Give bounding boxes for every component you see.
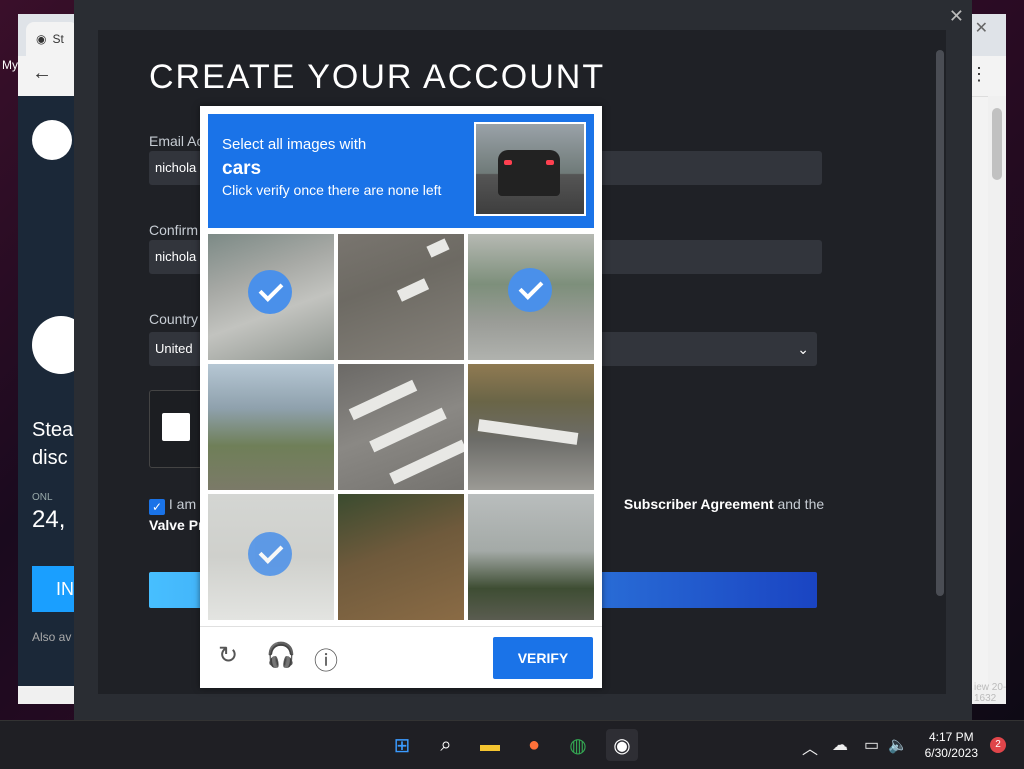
- close-icon[interactable]: ✕: [975, 18, 988, 38]
- info-icon[interactable]: ⓘ: [314, 641, 338, 676]
- dialog-close-icon[interactable]: ✕: [949, 6, 964, 27]
- back-arrow-icon[interactable]: ←: [32, 62, 52, 85]
- steam-logo-icon: [32, 120, 72, 160]
- image-grid: [208, 234, 594, 620]
- selected-check-icon: [248, 532, 292, 576]
- image-tile-3[interactable]: [468, 234, 594, 360]
- image-tile-7[interactable]: [208, 494, 334, 620]
- valve-privacy-link[interactable]: Valve Pr: [149, 517, 204, 533]
- reload-icon[interactable]: ↻: [218, 641, 238, 670]
- image-tile-2[interactable]: [338, 234, 464, 360]
- crosswalk-stripe: [369, 407, 447, 453]
- challenge-header: Select all images with cars Click verify…: [208, 114, 594, 228]
- agree-mid: and the: [777, 496, 825, 512]
- crosswalk-stripe: [389, 439, 464, 485]
- subscriber-agreement-link[interactable]: Subscriber Agreement: [624, 496, 774, 512]
- clock-time: 4:17 PM: [928, 730, 974, 744]
- edge-text: iew 20-1632: [974, 682, 1007, 704]
- online-label: ONL: [32, 492, 53, 503]
- clock-date: 6/30/2023: [924, 746, 978, 760]
- image-tile-5[interactable]: [338, 364, 464, 490]
- tab-label: St: [52, 32, 64, 46]
- install-button[interactable]: IN: [32, 566, 78, 612]
- country-value: United: [155, 341, 193, 356]
- agree-checkbox[interactable]: ✓: [149, 499, 165, 515]
- image-tile-8[interactable]: [338, 494, 464, 620]
- volume-icon[interactable]: 🔈: [888, 735, 908, 755]
- crosswalk-stripe: [396, 278, 430, 302]
- agree-prefix: I am: [168, 496, 197, 512]
- dialog-scroll-thumb[interactable]: [936, 50, 944, 596]
- search-icon[interactable]: ⌕: [430, 729, 462, 761]
- country-label: Country: [149, 311, 199, 327]
- online-count: 24,: [32, 506, 66, 533]
- steam-taskbar-icon[interactable]: ◉: [606, 729, 638, 761]
- file-explorer-icon[interactable]: ▬: [474, 729, 506, 761]
- dialog-scrollbar[interactable]: [934, 30, 946, 694]
- car-icon: [498, 150, 560, 196]
- chevron-up-icon[interactable]: ︿: [802, 735, 818, 759]
- challenge-target: cars: [222, 158, 262, 179]
- image-tile-4[interactable]: [208, 364, 334, 490]
- audio-headphones-icon[interactable]: 🎧: [266, 641, 296, 670]
- windows-start-icon[interactable]: ⊞: [386, 729, 418, 761]
- scroll-thumb[interactable]: [992, 108, 1002, 180]
- selected-check-icon: [508, 268, 552, 312]
- notification-badge[interactable]: 2: [990, 737, 1006, 753]
- onedrive-icon[interactable]: ☁: [832, 735, 848, 755]
- page-title: CREATE YOUR ACCOUNT: [149, 58, 606, 96]
- system-clock[interactable]: 4:17 PM 6/30/2023: [925, 729, 978, 761]
- firefox-icon[interactable]: ●: [518, 729, 550, 761]
- steam-logo-large-icon: [32, 316, 78, 374]
- recaptcha-challenge: Select all images with cars Click verify…: [200, 106, 602, 688]
- menu-icon[interactable]: ⋮: [970, 64, 988, 85]
- challenge-footer: ↻ 🎧 ⓘ VERIFY: [200, 626, 602, 689]
- network-icon[interactable]: ▭: [864, 735, 879, 755]
- image-tile-9[interactable]: [468, 494, 594, 620]
- steam-promo-text: Stea disc: [32, 419, 74, 469]
- email-label: Email Ac: [149, 133, 204, 149]
- confirm-email-label: Confirm: [149, 222, 199, 238]
- crosswalk-stripe: [477, 419, 579, 445]
- steam-icon: ◉: [36, 32, 47, 46]
- vertical-scrollbar[interactable]: [988, 96, 1006, 686]
- crosswalk-stripe: [426, 238, 450, 258]
- also-available-text: Also av: [32, 630, 72, 644]
- chrome-icon[interactable]: ◍: [562, 729, 594, 761]
- steam-store-page: Stea disc ONL 24, IN Also av: [18, 96, 78, 686]
- image-tile-6[interactable]: [468, 364, 594, 490]
- challenge-hint: Click verify once there are none left: [222, 182, 442, 198]
- verify-button[interactable]: VERIFY: [493, 637, 593, 679]
- image-tile-1[interactable]: [208, 234, 334, 360]
- chevron-down-icon: ⌄: [797, 341, 809, 357]
- recaptcha-checkbox[interactable]: [162, 413, 190, 441]
- selected-check-icon: [248, 270, 292, 314]
- taskbar: ⊞ ⌕ ▬ ● ◍ ◉ ︿ ☁ ▭ 🔈 4:17 PM 6/30/2023 2: [0, 720, 1024, 769]
- side-label: My: [2, 58, 18, 72]
- example-car-image: [474, 122, 586, 216]
- browser-tab[interactable]: ◉ St: [26, 22, 78, 56]
- challenge-instruction: Select all images with: [222, 136, 367, 153]
- crosswalk-stripe: [348, 379, 418, 421]
